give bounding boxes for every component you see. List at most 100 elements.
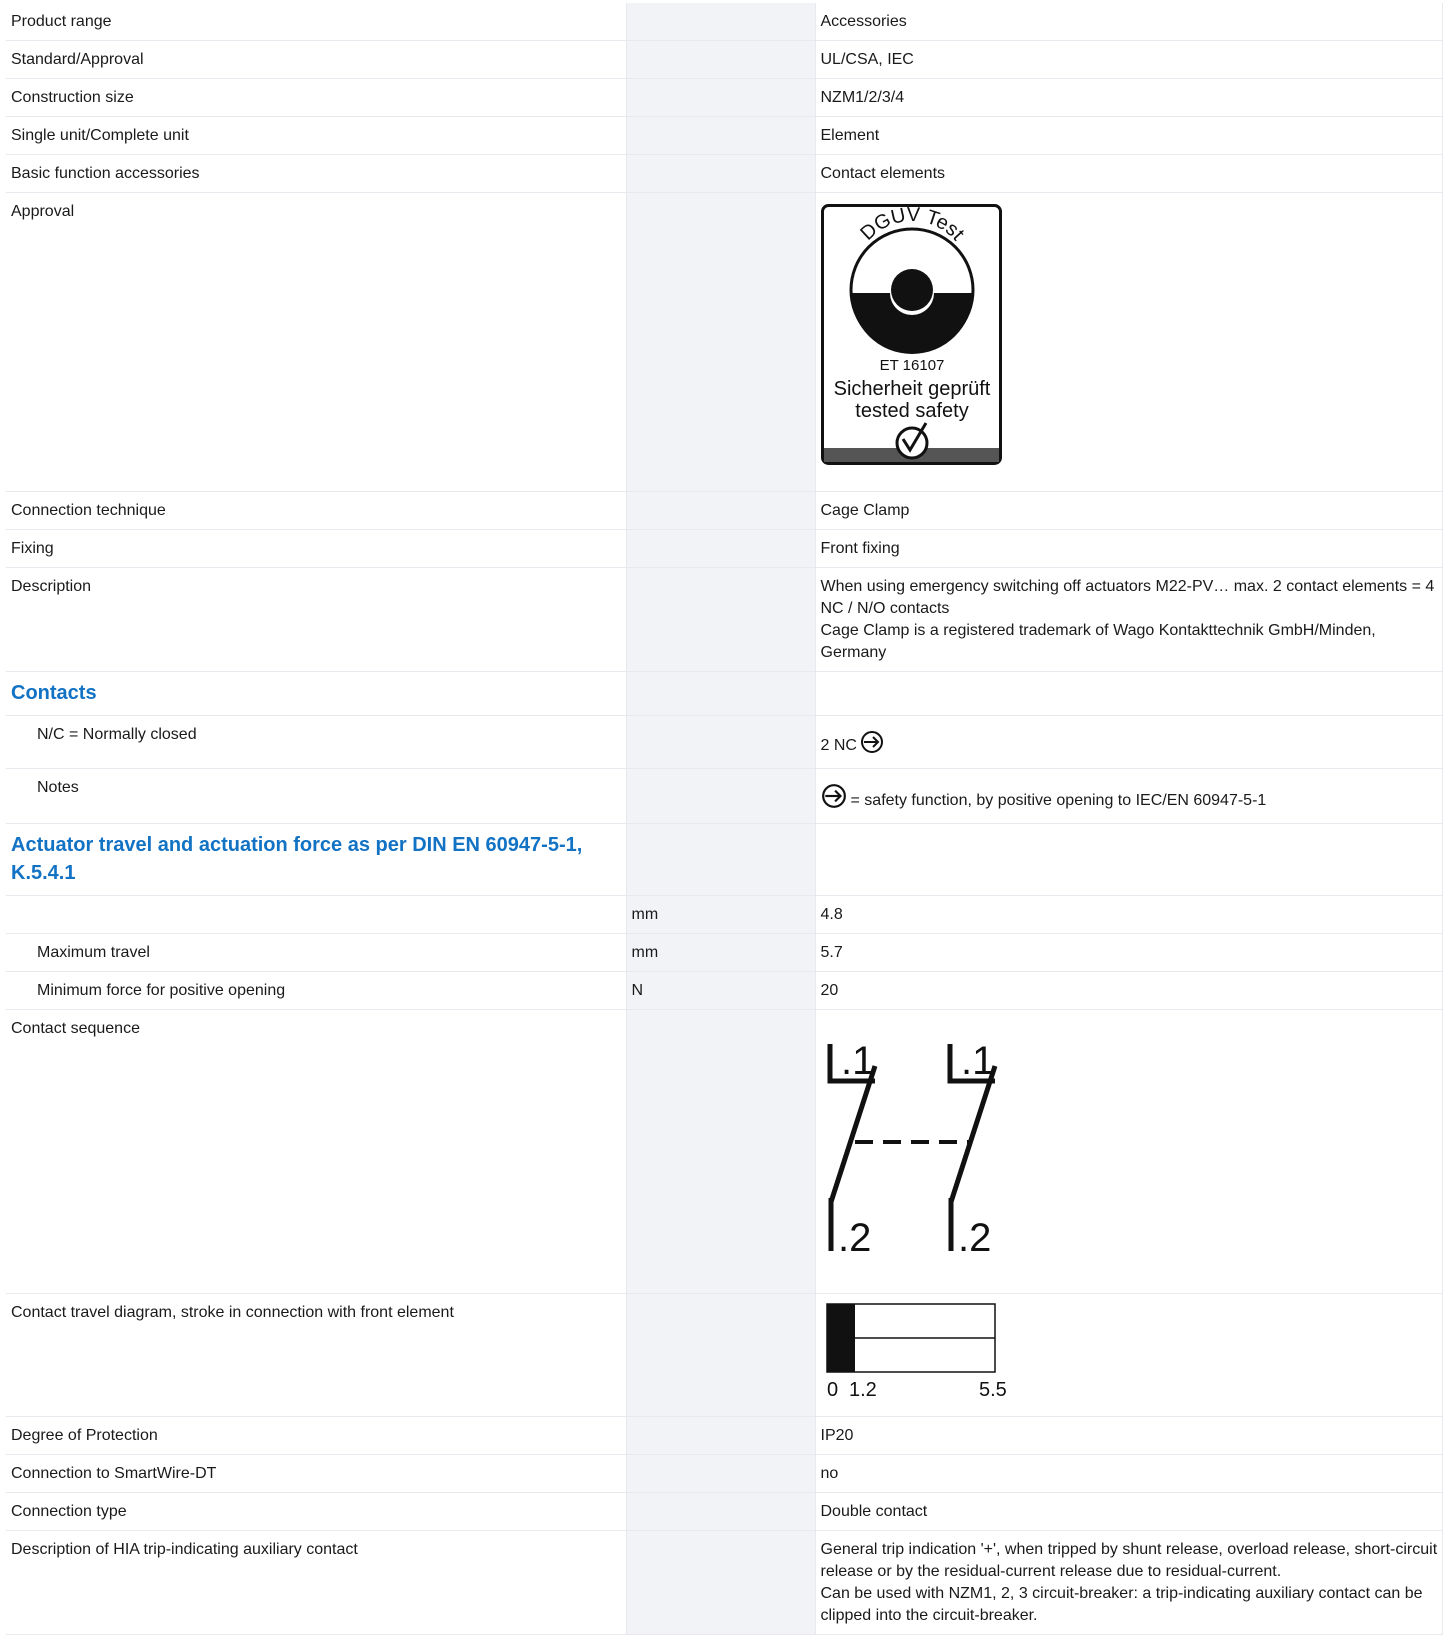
row-label: Connection technique	[6, 491, 627, 530]
row-label: Minimum force for positive opening	[6, 971, 627, 1010]
section-heading-cell: Actuator travel and actuation force as p…	[6, 823, 627, 896]
row-value: 20	[815, 971, 1443, 1010]
table-row: Connection technique Cage Clamp	[6, 491, 1443, 530]
row-value: Contact elements	[815, 154, 1443, 193]
row-label: Maximum travel	[6, 933, 627, 972]
section-heading-contacts: Contacts	[11, 682, 97, 704]
table-row: mm 4.8	[6, 895, 1443, 934]
row-label: Product range	[6, 3, 627, 41]
row-unit	[626, 768, 816, 824]
travel-tick-label: 0	[827, 1379, 838, 1401]
description-value: When using emergency switching off actua…	[815, 567, 1443, 672]
travel-diagram-value: 0 1.2 5.5	[815, 1293, 1443, 1417]
table-row: Maximum travel mm 5.7	[6, 933, 1443, 972]
row-unit: N	[626, 971, 816, 1010]
table-row: Contact travel diagram, stroke in connec…	[6, 1293, 1443, 1417]
row-value: 5.7	[815, 933, 1443, 972]
table-row: Single unit/Complete unit Element	[6, 116, 1443, 155]
table-row: Connection type Double contact	[6, 1492, 1443, 1531]
row-unit	[626, 823, 816, 896]
dguv-seal-image: DGUV Test ET 16107 Sicherheit geprüft te…	[820, 204, 1002, 465]
table-row: Basic function accessories Contact eleme…	[6, 154, 1443, 193]
positive-opening-icon	[821, 783, 847, 816]
row-unit	[626, 1530, 816, 1635]
contact-sequence-value: .1 .1 .2 .2	[815, 1009, 1443, 1294]
row-value: NZM1/2/3/4	[815, 78, 1443, 117]
hia-description-value: General trip indication '+', when trippe…	[815, 1530, 1443, 1635]
row-unit: mm	[626, 933, 816, 972]
positive-opening-icon	[860, 730, 884, 761]
section-heading-cell: Contacts	[6, 671, 627, 716]
row-unit	[626, 1454, 816, 1493]
notes-value-text: = safety function, by positive opening t…	[850, 792, 1267, 809]
table-row: Standard/Approval UL/CSA, IEC	[6, 40, 1443, 79]
contact-travel-diagram: 0 1.2 5.5	[825, 1303, 1007, 1401]
section-row: Actuator travel and actuation force as p…	[6, 823, 1443, 896]
travel-tick-label: 1.2	[849, 1379, 877, 1401]
row-unit	[626, 3, 816, 41]
row-unit	[626, 154, 816, 193]
row-value: Front fixing	[815, 529, 1443, 568]
section-row: Contacts	[6, 671, 1443, 716]
row-label: Connection type	[6, 1492, 627, 1531]
row-value: no	[815, 1454, 1443, 1493]
row-label	[6, 895, 627, 934]
table-row: Description When using emergency switchi…	[6, 567, 1443, 672]
row-unit	[626, 1009, 816, 1294]
row-label: Degree of Protection	[6, 1416, 627, 1455]
checkmark-icon	[895, 426, 928, 460]
travel-tick-label: 5.5	[979, 1379, 1007, 1401]
table-row: N/C = Normally closed 2 NC	[6, 715, 1443, 769]
terminal-label-bottom: .2	[838, 1216, 871, 1260]
seal-line1: Sicherheit geprüft	[833, 378, 990, 400]
row-label: Fixing	[6, 529, 627, 568]
row-value: Element	[815, 116, 1443, 155]
row-unit	[626, 78, 816, 117]
terminal-label-top: .1	[961, 1039, 994, 1083]
row-unit	[626, 1416, 816, 1455]
nc-value-text: 2 NC	[820, 737, 857, 754]
table-row: Notes = safety function, by positive ope…	[6, 768, 1443, 824]
row-unit	[626, 1293, 816, 1417]
row-unit	[626, 671, 816, 716]
terminal-label-bottom: .2	[958, 1216, 991, 1260]
row-unit	[626, 715, 816, 769]
row-unit	[626, 116, 816, 155]
description-line: Cage Clamp is a registered trademark of …	[820, 622, 1376, 661]
description-line: General trip indication '+', when trippe…	[820, 1541, 1438, 1580]
section-heading-actuator: Actuator travel and actuation force as p…	[11, 834, 583, 884]
row-value: Accessories	[815, 3, 1443, 41]
row-unit	[626, 567, 816, 672]
row-unit	[626, 192, 816, 492]
row-value: UL/CSA, IEC	[815, 40, 1443, 79]
row-value	[815, 823, 1443, 896]
seal-number: ET 16107	[879, 357, 944, 374]
row-label: Basic function accessories	[6, 154, 627, 193]
row-value: IP20	[815, 1416, 1443, 1455]
row-label: Description of HIA trip-indicating auxil…	[6, 1530, 627, 1635]
table-row: Approval DGUV Test ET 16107 Sicherheit g…	[6, 192, 1443, 492]
row-label: Approval	[6, 192, 627, 492]
spec-table-container: Product range Accessories Standard/Appro…	[6, 3, 1443, 1635]
row-value	[815, 671, 1443, 716]
spec-table: Product range Accessories Standard/Appro…	[6, 3, 1443, 1635]
row-unit: mm	[626, 895, 816, 934]
row-value: Double contact	[815, 1492, 1443, 1531]
row-label: Single unit/Complete unit	[6, 116, 627, 155]
row-label: Contact travel diagram, stroke in connec…	[6, 1293, 627, 1417]
row-unit	[626, 529, 816, 568]
table-row: Description of HIA trip-indicating auxil…	[6, 1530, 1443, 1635]
description-line: Can be used with NZM1, 2, 3 circuit-brea…	[820, 1585, 1423, 1624]
row-label: Notes	[6, 768, 627, 824]
table-row: Product range Accessories	[6, 3, 1443, 41]
table-row: Construction size NZM1/2/3/4	[6, 78, 1443, 117]
terminal-label-top: .1	[841, 1039, 874, 1083]
row-label: Standard/Approval	[6, 40, 627, 79]
row-label: Connection to SmartWire-DT	[6, 1454, 627, 1493]
row-value: = safety function, by positive opening t…	[815, 768, 1443, 824]
row-label: Description	[6, 567, 627, 672]
approval-value: DGUV Test ET 16107 Sicherheit geprüft te…	[815, 192, 1443, 492]
table-row: Degree of Protection IP20	[6, 1416, 1443, 1455]
row-unit	[626, 40, 816, 79]
row-unit	[626, 1492, 816, 1531]
